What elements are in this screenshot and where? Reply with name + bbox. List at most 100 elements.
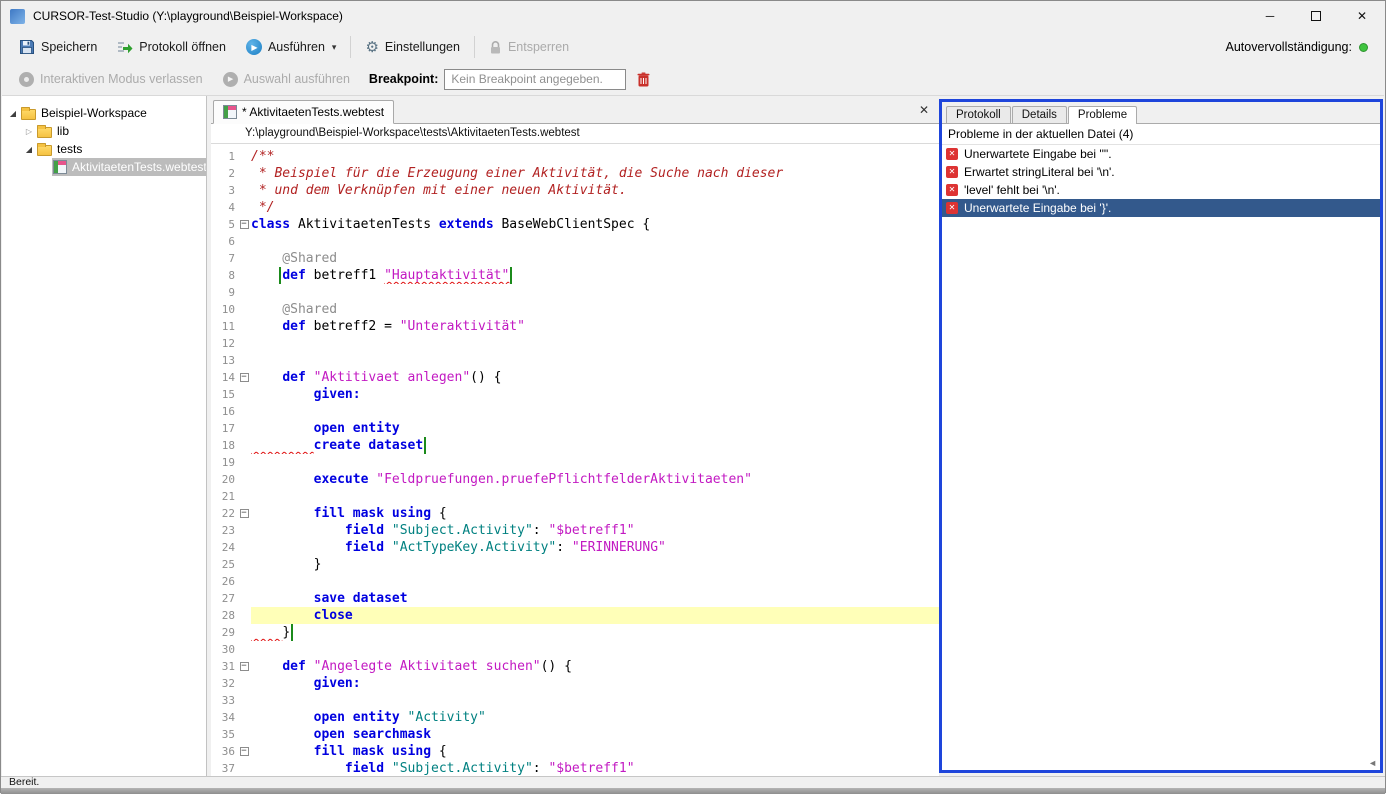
code-token [251, 268, 282, 283]
tree-item-lib[interactable]: ▷lib [2, 122, 206, 140]
status-text: Bereit. [9, 776, 39, 788]
code-line-37[interactable]: 37 field "Subject.Activity": "$betreff1" [211, 760, 939, 776]
code-line-23[interactable]: 23 field "Subject.Activity": "$betreff1" [211, 522, 939, 539]
editor-tab-title: * AktivitaetenTests.webtest [242, 105, 384, 119]
tree-item-aktivitaetentests-webtest[interactable]: AktivitaetenTests.webtest [2, 158, 206, 176]
code-text: * und dem Verknüpfen mit einer neuen Akt… [251, 182, 939, 199]
code-token: execute [314, 472, 369, 487]
problem-row[interactable]: ✕Unerwartete Eingabe bei '"'. [942, 145, 1380, 163]
code-token [306, 370, 314, 385]
editor-close-button[interactable]: ✕ [919, 103, 929, 117]
code-line-10[interactable]: 10 @Shared [211, 301, 939, 318]
problem-row[interactable]: ✕Erwartet stringLiteral bei '\n'. [942, 163, 1380, 181]
code-line-21[interactable]: 21 [211, 488, 939, 505]
code-line-6[interactable]: 6 [211, 233, 939, 250]
breakpoint-input[interactable] [444, 69, 626, 90]
code-line-18[interactable]: 18 create dataset [211, 437, 939, 454]
save-button[interactable]: Speichern [10, 35, 106, 59]
code-line-35[interactable]: 35 open searchmask [211, 726, 939, 743]
fold-collapse-glyph: − [240, 220, 249, 229]
error-icon: ✕ [946, 184, 958, 196]
code-line-19[interactable]: 19 [211, 454, 939, 471]
code-line-25[interactable]: 25 } [211, 556, 939, 573]
fold-gutter [237, 590, 251, 607]
tree-expanded-icon[interactable]: ◢ [6, 109, 20, 118]
code-line-28[interactable]: 28 close [211, 607, 939, 624]
code-line-27[interactable]: 27 save dataset [211, 590, 939, 607]
code-line-3[interactable]: 3 * und dem Verknüpfen mit einer neuen A… [211, 182, 939, 199]
code-line-15[interactable]: 15 given: [211, 386, 939, 403]
fold-gutter [237, 267, 251, 284]
code-line-20[interactable]: 20 execute "Feldpruefungen.pruefePflicht… [211, 471, 939, 488]
gear-icon: ⚙ [365, 40, 378, 55]
code-text: execute "Feldpruefungen.pruefePflichtfel… [251, 471, 939, 488]
code-line-1[interactable]: 1/** [211, 148, 939, 165]
code-line-33[interactable]: 33 [211, 692, 939, 709]
fold-marker-icon[interactable]: − [237, 658, 251, 675]
code-line-22[interactable]: 22− fill mask using { [211, 505, 939, 522]
fold-marker-icon[interactable]: − [237, 505, 251, 522]
code-line-34[interactable]: 34 open entity "Activity" [211, 709, 939, 726]
delete-breakpoint-button[interactable] [637, 72, 650, 87]
tab-probleme[interactable]: Probleme [1068, 106, 1137, 124]
code-text: save dataset [251, 590, 939, 607]
code-line-14[interactable]: 14− def "Aktitivaet anlegen"() { [211, 369, 939, 386]
problem-row[interactable]: ✕'level' fehlt bei '\n'. [942, 181, 1380, 199]
maximize-button[interactable] [1293, 1, 1339, 31]
scroll-left-arrow-icon[interactable]: ◄ [1368, 758, 1377, 768]
tab-protokoll[interactable]: Protokoll [946, 106, 1011, 123]
code-line-9[interactable]: 9 [211, 284, 939, 301]
tree-collapsed-icon[interactable]: ▷ [22, 127, 36, 136]
code-line-17[interactable]: 17 open entity [211, 420, 939, 437]
chevron-down-icon[interactable]: ▾ [332, 42, 337, 53]
code-line-16[interactable]: 16 [211, 403, 939, 420]
fold-marker-icon[interactable]: − [237, 369, 251, 386]
error-icon: ✕ [946, 202, 958, 214]
code-line-12[interactable]: 12 [211, 335, 939, 352]
line-number: 26 [211, 573, 237, 590]
code-line-26[interactable]: 26 [211, 573, 939, 590]
code-line-24[interactable]: 24 field "ActTypeKey.Activity": "ERINNER… [211, 539, 939, 556]
code-line-29[interactable]: 29 } [211, 624, 939, 641]
interactive-mode-icon-dot [24, 77, 29, 82]
close-button[interactable]: ✕ [1339, 1, 1385, 31]
tree-item-beispiel-workspace[interactable]: ◢Beispiel-Workspace [2, 104, 206, 122]
editor-tab[interactable]: * AktivitaetenTests.webtest [213, 100, 394, 124]
autocomplete-label: Autovervollständigung: [1226, 40, 1352, 54]
code-token: "Aktitivaet anlegen" [314, 370, 471, 385]
fold-marker-icon[interactable]: − [237, 743, 251, 760]
code-line-13[interactable]: 13 [211, 352, 939, 369]
code-line-4[interactable]: 4 */ [211, 199, 939, 216]
run-button[interactable]: ▶ Ausführen ▾ [237, 35, 346, 59]
code-text: */ [251, 199, 939, 216]
fold-marker-icon[interactable]: − [237, 216, 251, 233]
code-line-31[interactable]: 31− def "Angelegte Aktivitaet suchen"() … [211, 658, 939, 675]
problem-row[interactable]: ✕Unerwartete Eingabe bei '}'. [942, 199, 1380, 217]
unlock-button[interactable]: Entsperren [480, 36, 578, 59]
line-number: 14 [211, 369, 237, 386]
code-line-30[interactable]: 30 [211, 641, 939, 658]
line-number: 25 [211, 556, 237, 573]
settings-button[interactable]: ⚙ Einstellungen [356, 36, 469, 59]
run-selection-button[interactable]: ▶ Auswahl ausführen [214, 68, 359, 91]
tab-details[interactable]: Details [1012, 106, 1067, 123]
fold-gutter [237, 233, 251, 250]
code-line-8[interactable]: 8 def betreff1 "Hauptaktivität" [211, 267, 939, 284]
code-line-7[interactable]: 7 @Shared [211, 250, 939, 267]
code-token: * und dem Verknüpfen mit einer neuen Akt… [251, 183, 627, 198]
leave-interactive-mode-button[interactable]: Interaktiven Modus verlassen [10, 68, 212, 91]
code-line-32[interactable]: 32 given: [211, 675, 939, 692]
code-line-5[interactable]: 5−class AktivitaetenTests extends BaseWe… [211, 216, 939, 233]
line-number: 21 [211, 488, 237, 505]
code-line-2[interactable]: 2 * Beispiel für die Erzeugung einer Akt… [211, 165, 939, 182]
code-line-36[interactable]: 36− fill mask using { [211, 743, 939, 760]
tree-expanded-icon[interactable]: ◢ [22, 145, 36, 154]
fold-gutter [237, 318, 251, 335]
run-label: Ausführen [268, 40, 325, 54]
minimize-button[interactable]: ─ [1247, 1, 1293, 31]
breakpoint-label: Breakpoint: [369, 72, 438, 86]
code-line-11[interactable]: 11 def betreff2 = "Unteraktivität" [211, 318, 939, 335]
tree-item-tests[interactable]: ◢tests [2, 140, 206, 158]
open-protocol-button[interactable]: Protokoll öffnen [108, 35, 235, 59]
interactive-mode-icon [19, 72, 34, 87]
